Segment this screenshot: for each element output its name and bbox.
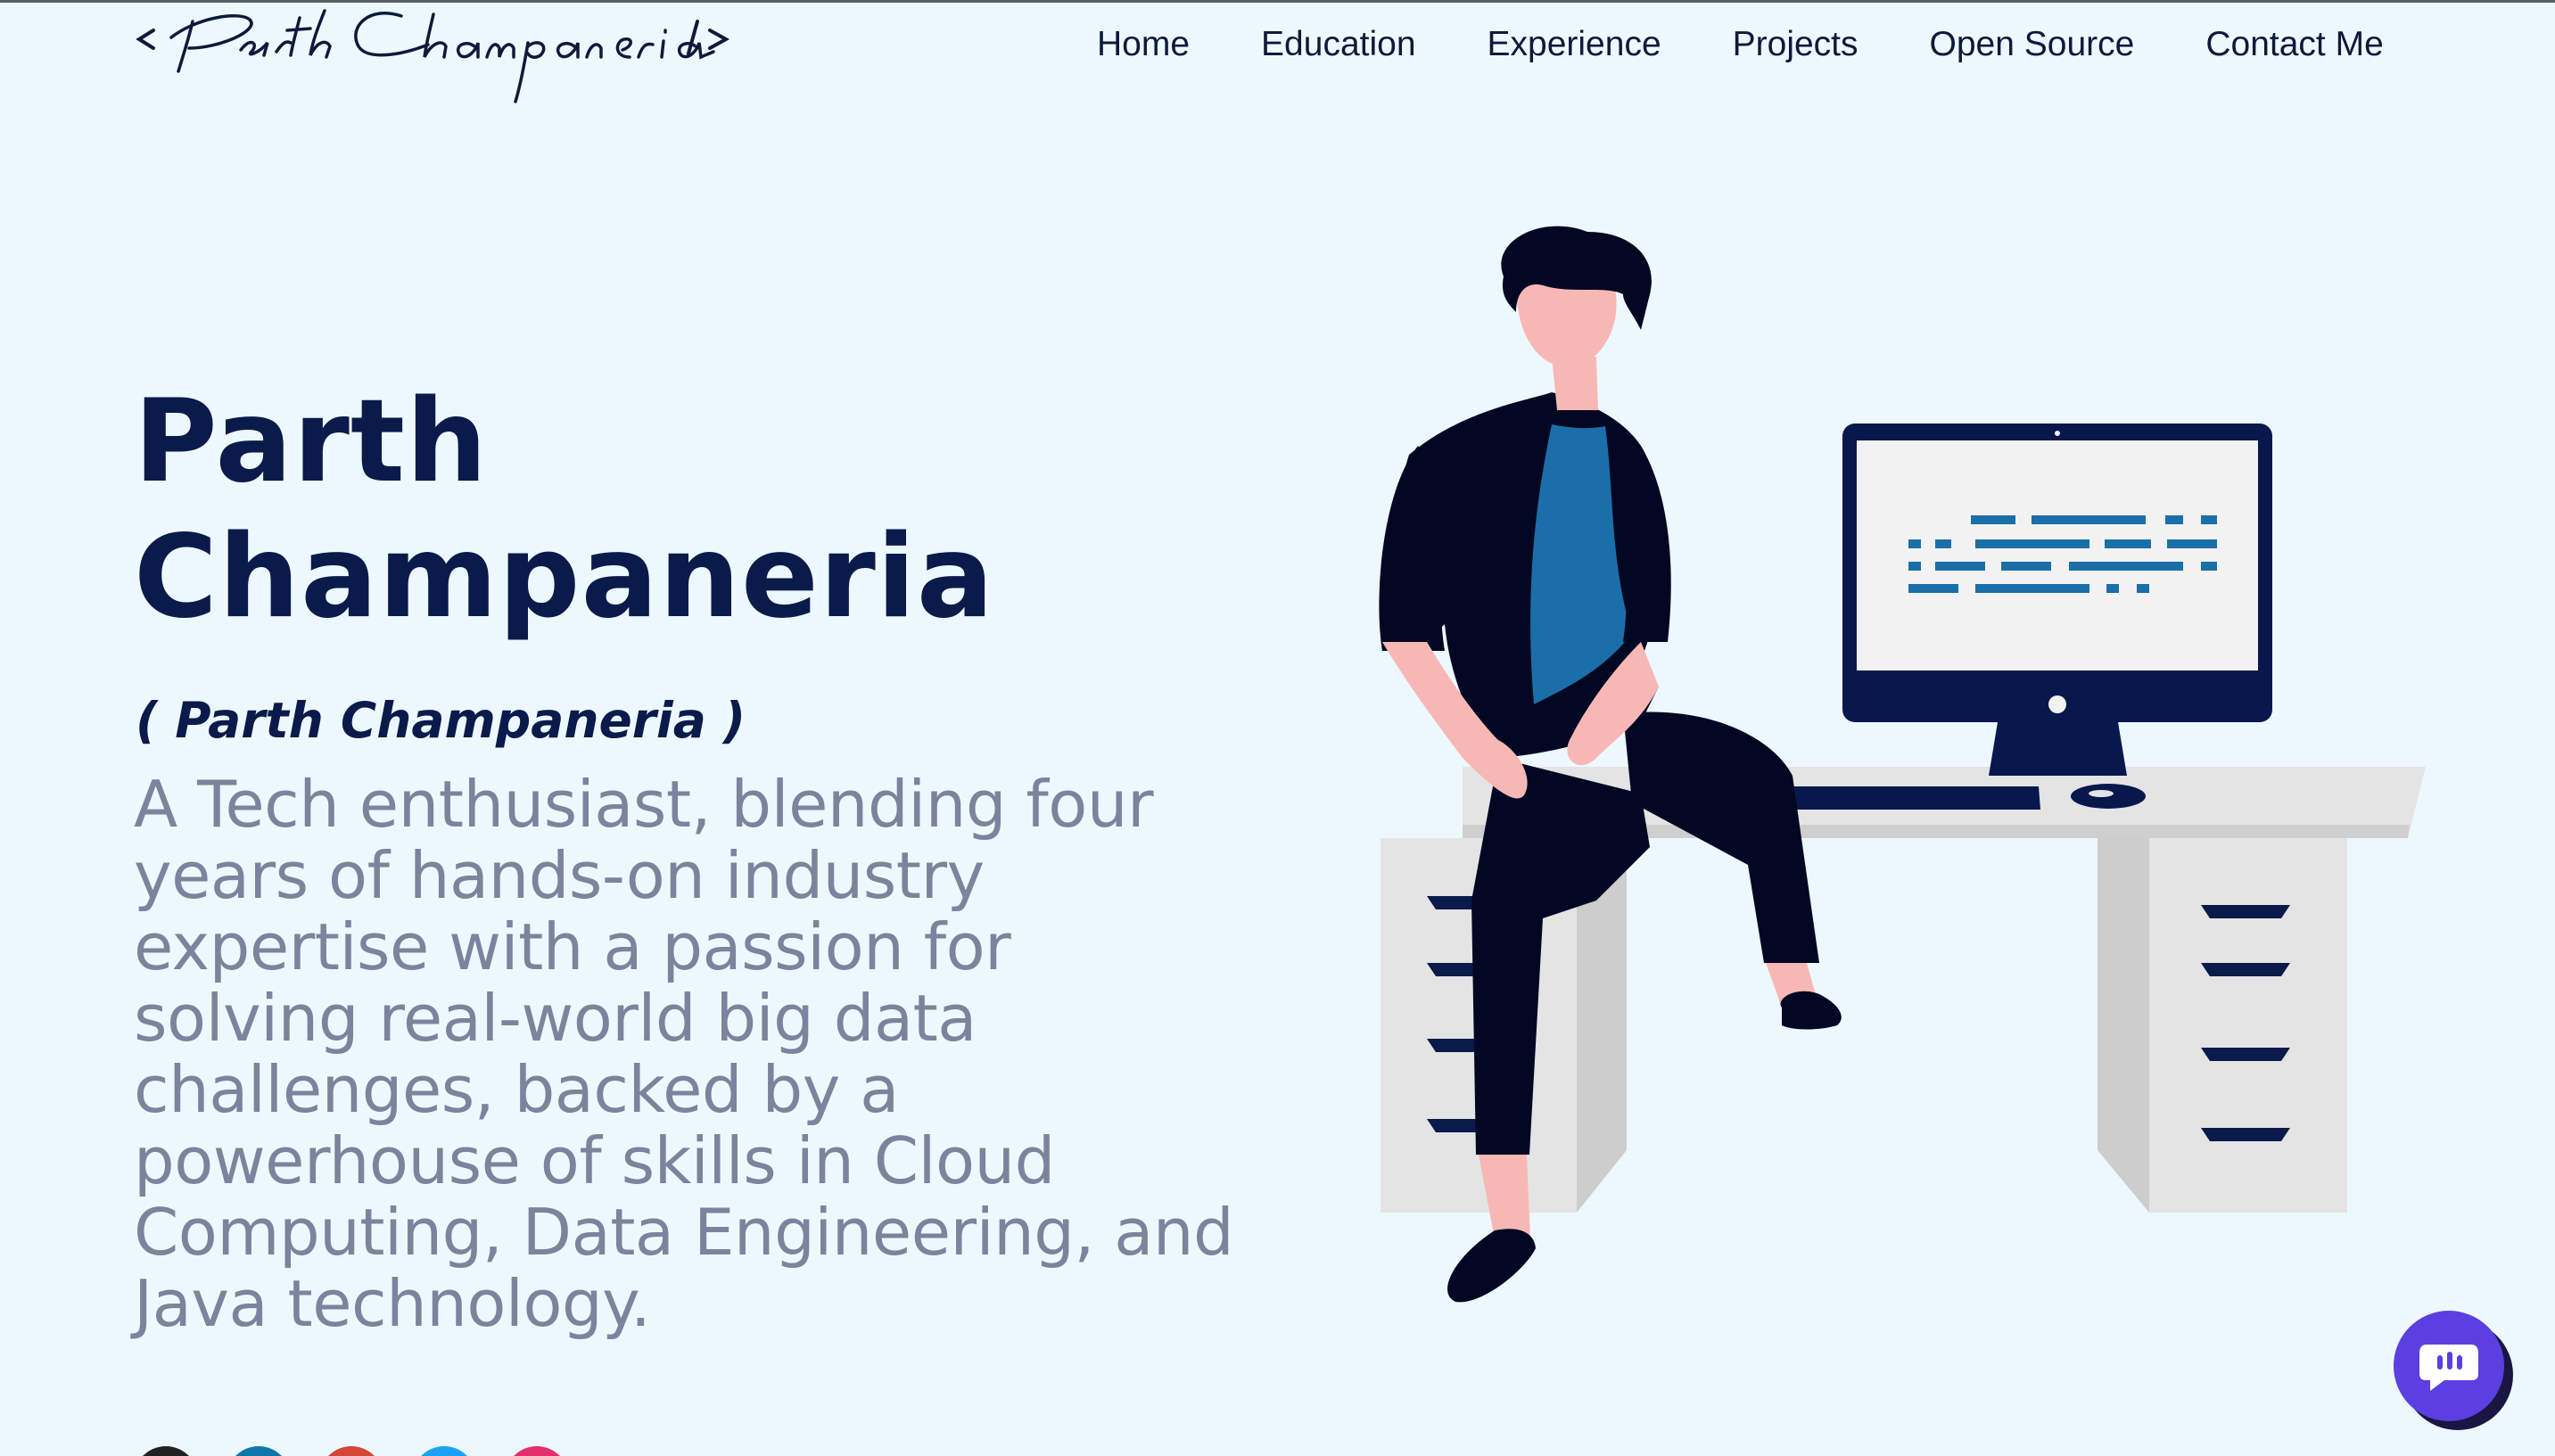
greeting-title: Parth Champaneria xyxy=(134,374,1204,646)
chat-icon xyxy=(2419,1345,2478,1391)
nav-contact-me[interactable]: Contact Me xyxy=(2205,25,2383,64)
nav-home[interactable]: Home xyxy=(1097,25,1190,64)
nav-experience[interactable]: Experience xyxy=(1488,25,1661,64)
google-icon[interactable] xyxy=(319,1446,383,1456)
nav-projects[interactable]: Projects xyxy=(1733,25,1859,64)
instagram-icon[interactable] xyxy=(505,1446,569,1456)
twitter-icon[interactable] xyxy=(412,1446,476,1456)
site-logo[interactable] xyxy=(134,2,740,109)
main-nav: Home Education Experience Projects Open … xyxy=(1097,20,2384,70)
greeting-section: Parth Champaneria ( Parth Champaneria ) … xyxy=(134,374,1234,1339)
greeting-title-first-name: Parth xyxy=(134,375,489,508)
github-icon[interactable] xyxy=(134,1446,198,1456)
portfolio-page: Home Education Experience Projects Open … xyxy=(0,0,2555,1456)
linkedin-icon[interactable] xyxy=(227,1446,291,1456)
signature-logo-image xyxy=(136,9,730,103)
greeting-nickname: ( Parth Champaneria ) xyxy=(136,692,746,749)
developer-desk-illustration xyxy=(1249,223,2426,1311)
chat-button[interactable] xyxy=(2394,1311,2504,1421)
nav-education[interactable]: Education xyxy=(1261,25,1415,64)
greeting-description: A Tech enthusiast, blending four years o… xyxy=(134,767,1234,1341)
social-media-links xyxy=(134,1446,598,1456)
nav-open-source[interactable]: Open Source xyxy=(1930,25,2135,64)
greeting-title-last-name: Champaneria xyxy=(134,511,995,644)
